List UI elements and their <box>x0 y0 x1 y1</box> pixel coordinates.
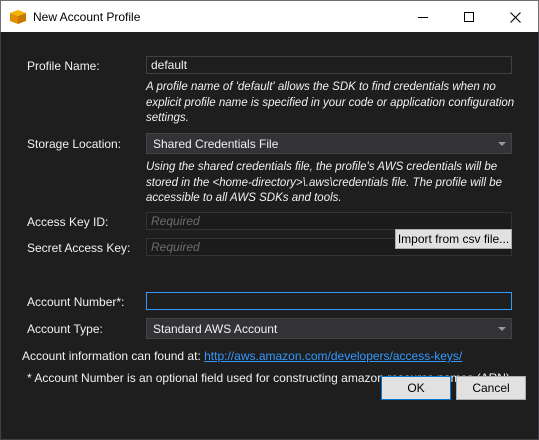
secret-access-key-label: Secret Access Key: <box>27 241 131 255</box>
access-keys-link[interactable]: http://aws.amazon.com/developers/access-… <box>204 349 462 363</box>
account-number-label: Account Number*: <box>27 295 125 309</box>
close-button[interactable] <box>492 1 538 33</box>
access-key-id-label: Access Key ID: <box>27 215 109 229</box>
account-number-input[interactable] <box>146 292 512 310</box>
window-title: New Account Profile <box>33 10 141 24</box>
minimize-button[interactable] <box>400 1 446 33</box>
account-info-text: Account information can found at: <box>22 349 201 363</box>
access-key-id-input[interactable] <box>146 212 512 230</box>
account-info-line: Account information can found at: http:/… <box>22 349 462 363</box>
storage-location-label: Storage Location: <box>27 137 122 151</box>
account-type-select[interactable]: Standard AWS Account <box>146 318 512 339</box>
import-csv-button[interactable]: Import from csv file... <box>395 229 512 249</box>
title-bar[interactable]: New Account Profile <box>0 0 539 32</box>
account-type-label: Account Type: <box>27 322 103 336</box>
profile-name-label: Profile Name: <box>27 59 100 73</box>
close-icon <box>509 11 521 23</box>
profile-name-hint: A profile name of 'default' allows the S… <box>146 81 515 124</box>
storage-location-select[interactable]: Shared Credentials File <box>146 133 512 154</box>
maximize-button[interactable] <box>446 1 492 33</box>
chevron-down-icon <box>498 327 506 331</box>
storage-location-value: Shared Credentials File <box>153 137 279 151</box>
chevron-down-icon <box>498 142 506 146</box>
storage-location-hint: Using the shared credentials file, the p… <box>146 161 503 204</box>
account-type-value: Standard AWS Account <box>153 322 278 336</box>
profile-name-input[interactable] <box>146 56 512 74</box>
minimize-icon <box>418 16 428 18</box>
ok-button[interactable]: OK <box>381 376 451 400</box>
aws-box-icon <box>10 10 26 24</box>
cancel-button[interactable]: Cancel <box>456 376 526 400</box>
maximize-icon <box>464 12 474 22</box>
